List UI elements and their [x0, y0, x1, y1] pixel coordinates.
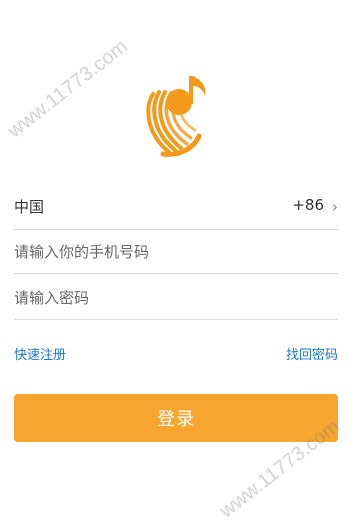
- watermark-top: www.11773.com: [3, 35, 132, 143]
- password-field-row: [14, 276, 338, 320]
- chevron-right-icon: ›: [331, 197, 338, 216]
- country-name: 中国: [14, 198, 45, 216]
- country-code: +86: [292, 196, 324, 214]
- phone-field-row: [14, 230, 338, 274]
- login-button[interactable]: 登录: [14, 394, 338, 442]
- register-link[interactable]: 快速注册: [14, 344, 66, 363]
- forgot-password-link[interactable]: 找回密码: [286, 344, 338, 363]
- phone-input[interactable]: [14, 230, 338, 273]
- password-input[interactable]: [14, 276, 338, 319]
- app-logo: [143, 70, 217, 158]
- music-note-logo-icon: [146, 76, 206, 157]
- country-selector[interactable]: 中国 +86 ›: [14, 186, 338, 230]
